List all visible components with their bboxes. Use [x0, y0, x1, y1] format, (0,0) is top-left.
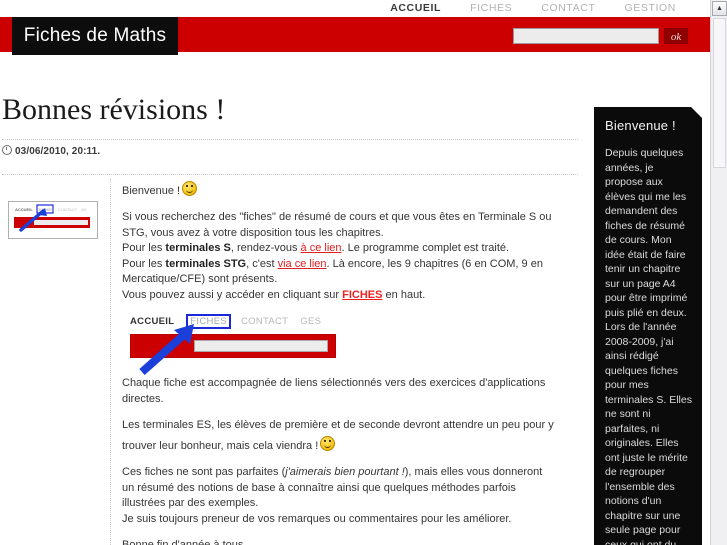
page-viewport: ACCUEIL FICHES CONTACT GESTION Fiches de…	[0, 0, 710, 545]
link-terminales-stg[interactable]: via ce lien	[278, 258, 327, 270]
page-title: Bonnes révisions !	[2, 93, 226, 126]
scroll-thumb[interactable]	[713, 18, 726, 168]
figure-nav-gestion: GES	[300, 316, 322, 327]
inline-screenshot-figure[interactable]: ACCUEIL FICHES CONTACT GES	[130, 314, 338, 375]
terminales-s-post: . Le programme complet est traité.	[341, 242, 510, 254]
divider-bottom	[2, 173, 578, 175]
link-terminales-s[interactable]: à ce lien	[301, 242, 342, 254]
terminales-es-text: Les terminales ES, les élèves de premièr…	[122, 419, 554, 452]
sidebar-welcome-box: Bienvenue ! Depuis quelques années, je p…	[594, 107, 702, 545]
nav-item-gestion[interactable]: GESTION	[625, 2, 676, 14]
top-navigation: ACCUEIL FICHES CONTACT GESTION	[0, 0, 710, 17]
terminales-s-mid: , rendez-vous	[230, 242, 301, 254]
fiches-hint-pre: Vous pouvez aussi y accéder en cliquant …	[122, 288, 343, 301]
scroll-up-button[interactable]: ▲	[712, 1, 727, 16]
terminales-stg-pre: Pour les	[122, 257, 166, 270]
nav-item-contact[interactable]: CONTACT	[541, 2, 595, 14]
post-content: Bienvenue ! Si vous recherchez des "fich…	[122, 179, 582, 545]
sidebar-body-text: Depuis quelques années, je propose aux é…	[605, 147, 692, 545]
figure-navigation: ACCUEIL FICHES CONTACT GES	[130, 314, 338, 329]
post-date: 03/06/2010, 20:11.	[0, 140, 582, 161]
feedback-text: Je suis toujours preneur de vos remarque…	[122, 512, 512, 525]
svg-text:CONTACT: CONTACT	[58, 207, 78, 212]
vertical-scrollbar[interactable]: ▲	[710, 0, 727, 545]
figure-nav-contact: CONTACT	[240, 316, 289, 327]
svg-text:GE: GE	[81, 207, 87, 212]
imperfection-pre: Ces fiches ne sont pas parfaites (	[122, 466, 286, 478]
search-submit-button[interactable]: ok	[664, 28, 689, 44]
paragraph-closing: Bonne fin d'année à tous, BON COURAGE PO…	[122, 538, 554, 545]
nav-item-accueil[interactable]: ACCUEIL	[390, 2, 441, 14]
intro-sentence: Si vous recherchez des "fiches" de résum…	[122, 211, 552, 239]
figure-nav-accueil: ACCUEIL	[130, 316, 175, 327]
thumbnail-graphic: ACCUEIL FICHES CONTACT GE	[14, 203, 90, 232]
site-title[interactable]: Fiches de Maths	[12, 17, 178, 55]
closing-line-1: Bonne fin d'année à tous,	[122, 539, 247, 545]
post-area: ACCUEIL FICHES CONTACT GE Bienvenue ! Si…	[0, 178, 582, 545]
post-date-text: 03/06/2010, 20:11.	[15, 145, 101, 157]
paragraph-greeting: Bienvenue !	[122, 179, 554, 200]
figure-search-input	[194, 340, 328, 352]
terminales-s-pre: Pour les	[122, 242, 166, 254]
folded-corner-icon	[691, 107, 702, 118]
paragraph-imperfection: Ces fiches ne sont pas parfaites (j'aime…	[122, 465, 554, 527]
fiches-hint-post: en haut.	[382, 288, 426, 301]
terminales-stg-mid: , c'est	[246, 257, 278, 270]
vertical-divider	[110, 178, 111, 545]
main-column: Bonnes révisions ! 03/06/2010, 20:11. AC…	[0, 52, 582, 545]
nav-item-fiches[interactable]: FICHES	[470, 2, 512, 14]
paragraph-intro: Si vous recherchez des "fiches" de résum…	[122, 210, 554, 303]
paragraph-liens: Chaque fiche est accompagnée de liens sé…	[122, 377, 546, 405]
link-fiches-inline[interactable]: FICHES	[342, 289, 382, 301]
svg-text:ACCUEIL: ACCUEIL	[15, 207, 33, 212]
greeting-text: Bienvenue !	[122, 184, 181, 197]
smiley-icon	[182, 180, 198, 196]
search-input[interactable]	[513, 28, 659, 44]
paragraph-terminales-es: Les terminales ES, les élèves de premièr…	[122, 418, 554, 454]
smiley-icon-2	[320, 435, 336, 451]
terminales-stg-bold: terminales STG	[165, 257, 247, 270]
sidebar-title: Bienvenue !	[605, 118, 676, 133]
terminales-s-bold: terminales S	[165, 242, 231, 254]
search-form: ok	[513, 28, 689, 44]
post-thumbnail[interactable]: ACCUEIL FICHES CONTACT GE	[8, 200, 98, 239]
imperfection-emphasis: j'aimerais bien pourtant !	[285, 466, 405, 478]
clock-icon	[2, 144, 12, 155]
figure-nav-fiches: FICHES	[186, 314, 231, 329]
